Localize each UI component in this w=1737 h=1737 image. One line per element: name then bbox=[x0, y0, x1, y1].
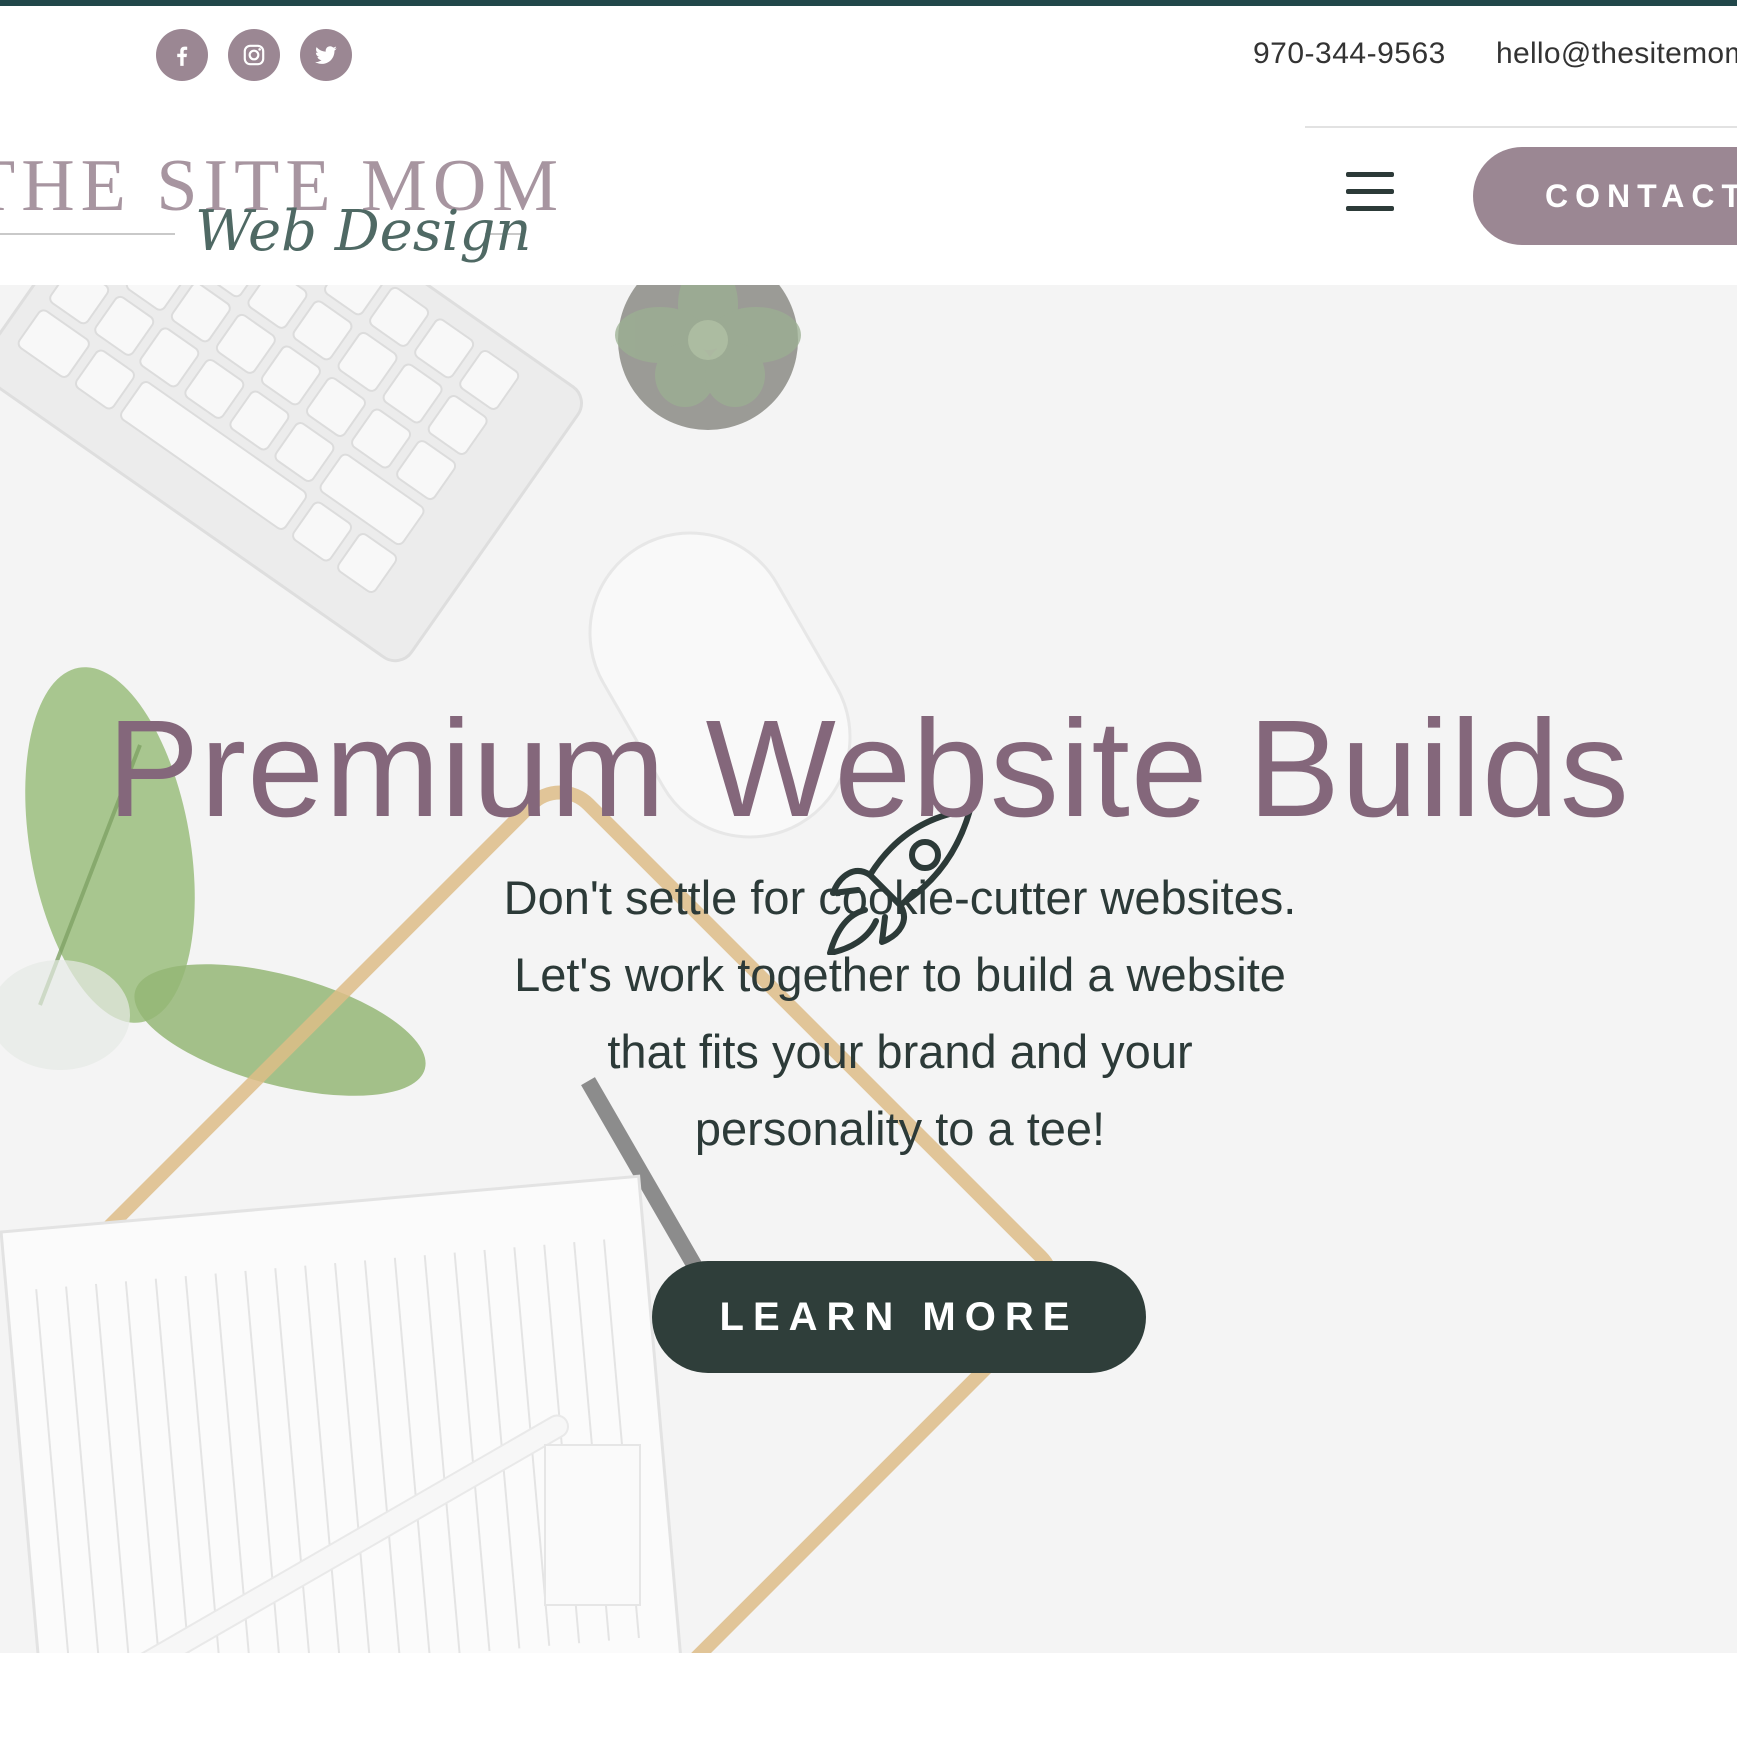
email-address[interactable]: hello@thesitemom bbox=[1496, 37, 1737, 71]
hero-headline: Premium Website Builds bbox=[107, 692, 1630, 846]
page: 970-344-9563 hello@thesitemom THE SITE M… bbox=[0, 0, 1737, 1737]
hero-section: Premium Website Builds Don't settle for … bbox=[0, 285, 1737, 1653]
top-accent-border bbox=[0, 0, 1737, 6]
hero-subtext-line-1: Don't settle for cookie-cutter websites. bbox=[503, 871, 1297, 924]
facebook-icon[interactable] bbox=[156, 29, 208, 81]
site-logo[interactable]: THE SITE MOM Web Design bbox=[0, 130, 560, 285]
learn-more-button[interactable]: LEARN MORE bbox=[652, 1261, 1146, 1373]
footer-band bbox=[0, 1653, 1737, 1737]
hero-subtext-line-3: that fits your brand and your bbox=[607, 1025, 1193, 1078]
phone-number[interactable]: 970-344-9563 bbox=[1253, 37, 1446, 71]
hamburger-icon[interactable] bbox=[1346, 172, 1398, 216]
contact-button[interactable]: CONTACT bbox=[1473, 147, 1737, 245]
hero-subtext-line-2: Let's work together to build a website bbox=[514, 948, 1286, 1001]
twitter-icon[interactable] bbox=[300, 29, 352, 81]
logo-script: Web Design bbox=[195, 199, 531, 264]
hero-subtext-line-4: personality to a tee! bbox=[694, 1102, 1106, 1155]
instagram-icon[interactable] bbox=[228, 29, 280, 81]
header-divider bbox=[1305, 126, 1737, 128]
